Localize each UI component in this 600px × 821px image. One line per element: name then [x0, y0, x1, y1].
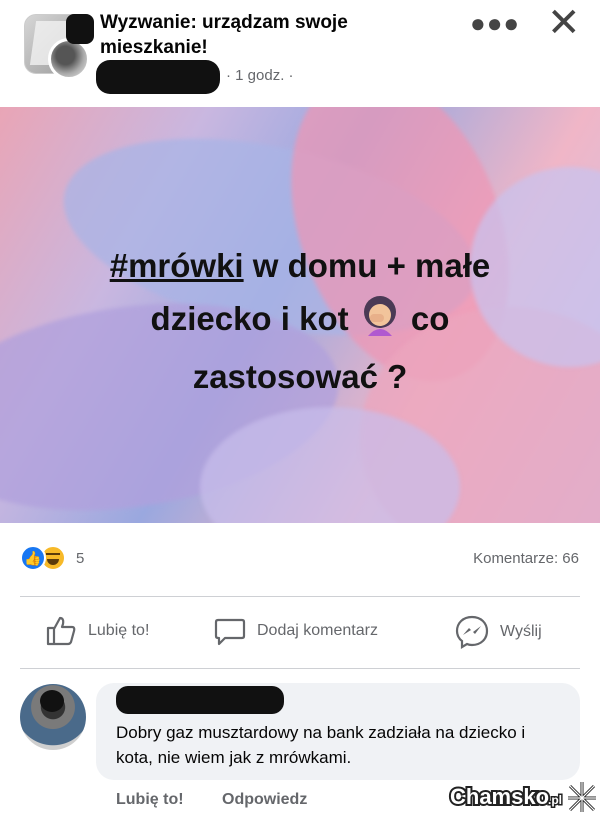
post-text: #mrówki w domu + małe dziecko i kot co z… — [60, 240, 540, 403]
post-text-fragment: w domu + małe — [243, 247, 491, 284]
post-header: Wyzwanie: urządzam swoje mieszkanie! · 1… — [0, 0, 600, 106]
divider — [20, 596, 580, 597]
thumbs-up-icon — [46, 616, 76, 646]
svg-text:Chamsko: Chamsko — [450, 784, 549, 809]
comment-icon — [214, 618, 246, 646]
more-options-icon[interactable]: ●●● — [470, 8, 520, 39]
close-icon[interactable]: ✕ — [547, 0, 581, 46]
reactions-summary[interactable]: 👍 5 — [20, 545, 84, 571]
post-text-line: zastosować ? — [192, 358, 408, 395]
post-text-fragment: dziecko i kot — [150, 300, 358, 338]
redacted-commenter-name — [116, 686, 284, 714]
post-time[interactable]: · 1 godz. · — [226, 67, 294, 84]
comment-reply-button[interactable]: Odpowiedz — [222, 791, 307, 809]
redacted-mark — [66, 14, 94, 44]
hashtag-link[interactable]: #mrówki — [110, 247, 244, 284]
redacted-avatar-face — [40, 690, 64, 712]
like-button-label: Lubię to! — [88, 622, 150, 639]
messenger-icon — [455, 615, 489, 649]
comment-button-label: Dodaj komentarz — [257, 622, 378, 639]
like-button[interactable]: Lubię to! — [44, 614, 149, 648]
redacted-author-name — [96, 60, 220, 94]
post-text-line: #mrówki w domu + małe — [60, 240, 540, 292]
send-button-label: Wyślij — [500, 623, 542, 640]
post-text-fragment: co — [401, 300, 450, 338]
comment-text: Dobry gaz musztardowy na bank zadziała n… — [116, 723, 526, 767]
post-text-line: dziecko i kot co — [60, 292, 540, 351]
group-name[interactable]: Wyzwanie: urządzam swoje mieszkanie! — [100, 10, 440, 60]
send-button[interactable]: Wyślij — [454, 614, 542, 650]
comment-like-button[interactable]: Lubię to! — [116, 791, 184, 809]
svg-text:.pl: .pl — [548, 793, 562, 807]
like-icon: 👍 — [20, 545, 46, 571]
woman-facepalming-emoji — [358, 292, 402, 351]
comment-button[interactable]: Dodaj komentarz — [213, 614, 378, 648]
reaction-count: 5 — [76, 549, 85, 567]
divider — [20, 668, 580, 669]
watermark-logo: Chamsko .pl — [448, 778, 600, 814]
comments-count[interactable]: Komentarze: 66 — [473, 550, 579, 567]
author-avatar[interactable] — [48, 38, 90, 80]
